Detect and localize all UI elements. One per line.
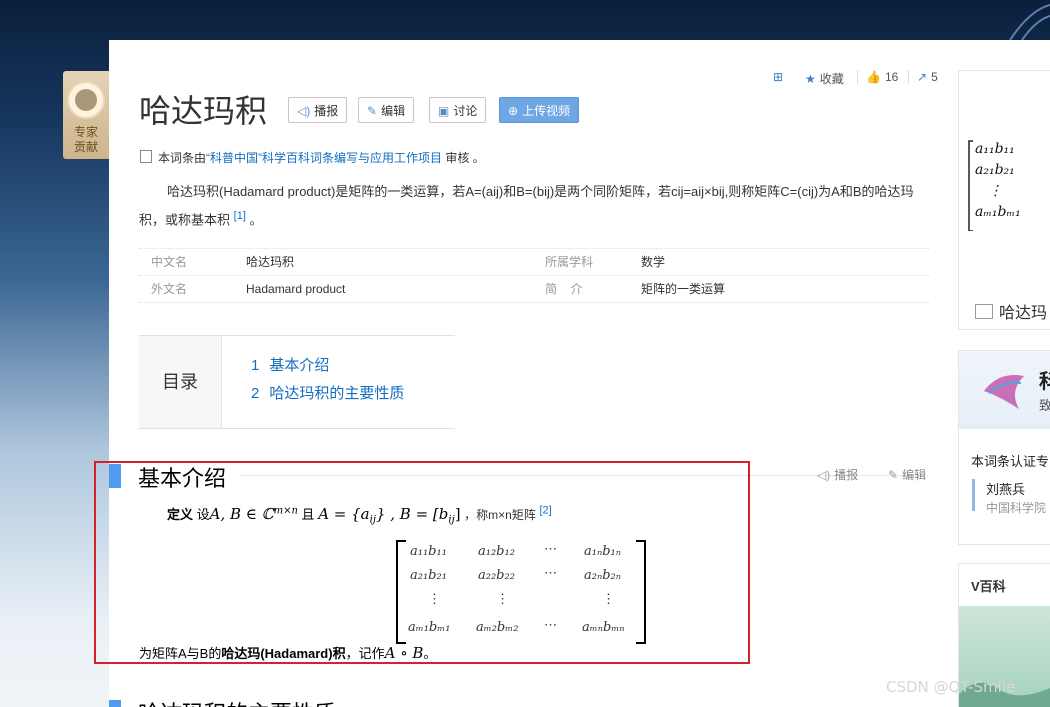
speaker-icon: ◁): [817, 468, 831, 482]
summary-paragraph: 哈达玛积(Hadamard product)是矩阵的一类运算，若A=(aij)和…: [139, 184, 914, 228]
collect-button[interactable]: ★ 收藏: [805, 70, 844, 87]
section-title-2: 哈达玛积的主要性质: [138, 696, 336, 707]
image-icon: [975, 304, 993, 319]
share-icon: ↗: [917, 70, 928, 84]
certification-card: 科 致 本词条认证专 刘燕兵 中国科学院: [958, 350, 1050, 545]
toc-item-basic-intro[interactable]: 1 基本介绍: [251, 354, 329, 375]
plus-circle-icon: ⊕: [508, 104, 519, 118]
expert-icon: [67, 81, 105, 119]
expert-contribution-badge[interactable]: 专家 贡献: [63, 71, 109, 159]
collect-label: 收藏: [819, 72, 844, 86]
thumbs-up-icon: 👍: [866, 70, 881, 84]
basic-info-row: 外文名 Hadamard product 简 介 矩阵的一类运算: [139, 276, 929, 303]
page-title: 哈达玛积: [139, 92, 268, 130]
pencil-icon: ✎: [367, 104, 378, 118]
sky-decoration: [1009, 4, 1050, 40]
discuss-button[interactable]: ▣ 讨论: [429, 97, 487, 123]
speaker-icon: ◁): [297, 104, 311, 118]
star-icon: ★: [805, 72, 816, 86]
chat-icon: ▣: [438, 104, 450, 118]
play-button[interactable]: ◁) 播报: [288, 97, 348, 123]
basic-info-row: 中文名 哈达玛积 所属学科 数学: [139, 248, 929, 276]
section-play-button[interactable]: ◁) 播报: [817, 466, 858, 483]
upload-video-button[interactable]: ⊕ 上传视频: [499, 97, 580, 123]
reference-link[interactable]: [1]: [234, 210, 246, 222]
review-org-link[interactable]: “科普中国”科学百科词条编写与应用工作项目: [206, 151, 442, 165]
toc-label: 目录: [139, 336, 222, 428]
section-marker: [109, 700, 121, 707]
album-card[interactable]: a₁₁b₁₁ a₂₁b₂₁ ⋮ aₘ₁bₘ₁ 哈达玛: [958, 70, 1050, 330]
basic-info-table: 中文名 哈达玛积 所属学科 数学 外文名 Hadamard product 简 …: [139, 248, 929, 303]
add-icon[interactable]: ⊞: [773, 70, 787, 84]
pencil-icon: ✎: [888, 468, 899, 482]
watermark: CSDN @QT-Smile: [886, 678, 1016, 696]
highlight-box: [94, 461, 750, 664]
review-note: 本词条由“科普中国”科学百科词条编写与应用工作项目 审核 。: [140, 149, 485, 166]
edit-button[interactable]: ✎ 编辑: [358, 97, 415, 123]
expert-label-2: 贡献: [73, 140, 98, 154]
like-button[interactable]: 👍 16: [866, 70, 898, 84]
expert-name[interactable]: 刘燕兵: [986, 479, 1025, 498]
expert-label-1: 专家: [73, 125, 98, 139]
album-caption: 哈达玛: [975, 299, 1047, 323]
section-edit-button[interactable]: ✎ 编辑: [888, 466, 926, 483]
document-icon: [140, 150, 152, 163]
share-count: 5: [931, 70, 938, 84]
science-logo: [984, 375, 1024, 409]
share-button[interactable]: ↗ 5: [917, 70, 938, 84]
toc-item-properties[interactable]: 2 哈达玛积的主要性质: [251, 382, 404, 403]
table-of-contents: 目录 1 基本介绍 2 哈达玛积的主要性质: [139, 335, 455, 429]
like-count: 16: [884, 70, 899, 84]
